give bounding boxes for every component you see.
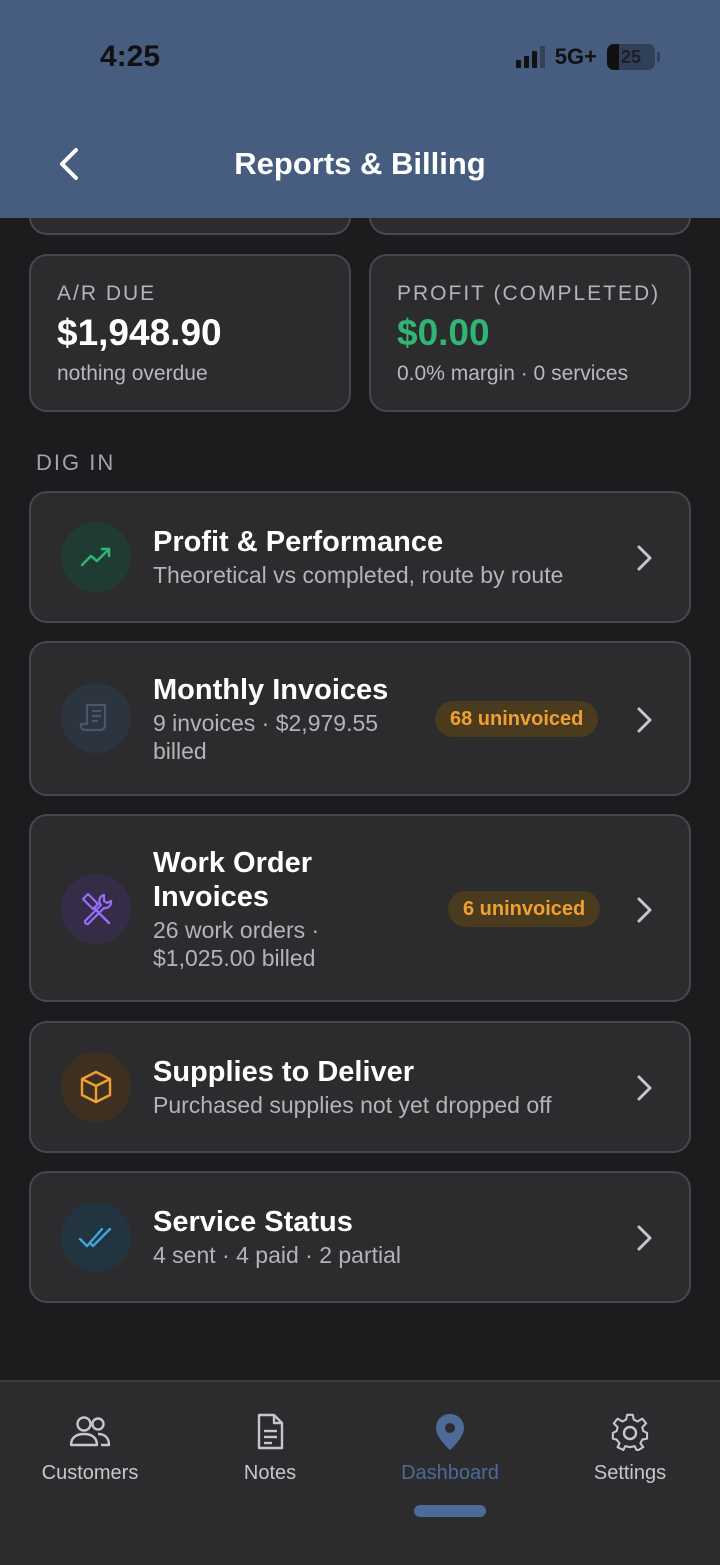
chevron-right-icon <box>637 897 652 923</box>
row-subtitle-line2: billed <box>153 738 207 764</box>
tab-bar: Customers Notes Dashboard Settings <box>0 1380 720 1565</box>
row-service-status[interactable]: Service Status 4 sent · 4 paid · 2 parti… <box>29 1171 691 1303</box>
status-icons: 5G+ 25 <box>515 44 660 70</box>
row-subtitle: Theoretical vs completed, route by route <box>153 562 564 588</box>
stat-sub: 0.0% margin · 0 services <box>397 362 629 385</box>
row-subtitle: Purchased supplies not yet dropped off <box>153 1092 552 1118</box>
battery-tip <box>657 52 660 62</box>
row-subtitle-line1: 26 work orders · <box>153 917 320 943</box>
people-icon <box>69 1416 111 1447</box>
page-title: Reports & Billing <box>234 146 486 181</box>
tab-customers[interactable]: Customers <box>0 1412 180 1485</box>
tab-label: Settings <box>593 1462 667 1484</box>
battery-percent: 25 <box>620 46 642 67</box>
row-title-line2: Invoices <box>153 881 270 913</box>
trending-up-icon <box>61 522 131 592</box>
row-title-line1: Work Order <box>153 847 313 879</box>
chevron-right-icon <box>637 707 652 733</box>
row-title: Profit & Performance <box>153 526 444 558</box>
profit-card: PROFIT (COMPLETED) $0.00 0.0% margin · 0… <box>369 254 691 412</box>
receipt-icon <box>61 683 131 753</box>
row-subtitle-line1: 9 invoices · $2,979.55 <box>153 710 379 736</box>
header: 4:25 5G+ 25 Reports & Billing <box>0 0 720 218</box>
double-check-icon <box>61 1202 131 1272</box>
row-supplies-to-deliver[interactable]: Supplies to Deliver Purchased supplies n… <box>29 1021 691 1153</box>
tab-settings[interactable]: Settings <box>540 1412 720 1485</box>
tab-label: Notes <box>243 1462 297 1484</box>
tab-label: Customers <box>41 1462 139 1484</box>
gear-icon <box>611 1413 649 1452</box>
row-work-order-invoices[interactable]: Work Order Invoices 26 work orders · $1,… <box>29 814 691 1002</box>
uninvoiced-badge: 6 uninvoiced <box>448 891 601 927</box>
home-indicator <box>414 1505 486 1517</box>
row-title: Monthly Invoices <box>153 674 389 706</box>
row-title: Service Status <box>153 1206 353 1238</box>
battery-icon: 25 <box>607 44 655 70</box>
stat-value: $0.00 <box>397 312 490 353</box>
row-profit-performance[interactable]: Profit & Performance Theoretical vs comp… <box>29 491 691 623</box>
tools-icon <box>61 874 131 944</box>
stat-label: A/R DUE <box>57 282 157 305</box>
row-subtitle-line2: $1,025.00 billed <box>153 945 316 971</box>
chevron-right-icon <box>637 545 652 571</box>
box-icon <box>61 1052 131 1122</box>
ar-due-card: A/R DUE $1,948.90 nothing overdue <box>29 254 351 412</box>
row-monthly-invoices[interactable]: Monthly Invoices 9 invoices · $2,979.55 … <box>29 641 691 796</box>
status-time: 4:25 <box>100 40 161 73</box>
row-title: Supplies to Deliver <box>153 1056 415 1088</box>
map-pin-icon <box>436 1414 464 1450</box>
signal-icon <box>515 46 545 68</box>
stat-label: PROFIT (COMPLETED) <box>397 282 661 305</box>
uninvoiced-badge: 68 uninvoiced <box>435 701 599 737</box>
tab-dashboard[interactable]: Dashboard <box>360 1412 540 1485</box>
tab-label: Dashboard <box>401 1462 499 1484</box>
chevron-right-icon <box>637 1225 652 1251</box>
stat-value: $1,948.90 <box>57 312 222 353</box>
chevron-right-icon <box>637 1075 652 1101</box>
network-label: 5G+ <box>554 44 597 69</box>
row-subtitle: 4 sent · 4 paid · 2 partial <box>153 1242 402 1268</box>
section-label: DIG IN <box>36 450 116 475</box>
document-icon <box>257 1413 284 1450</box>
stat-sub: nothing overdue <box>57 362 208 385</box>
tab-notes[interactable]: Notes <box>180 1412 360 1485</box>
